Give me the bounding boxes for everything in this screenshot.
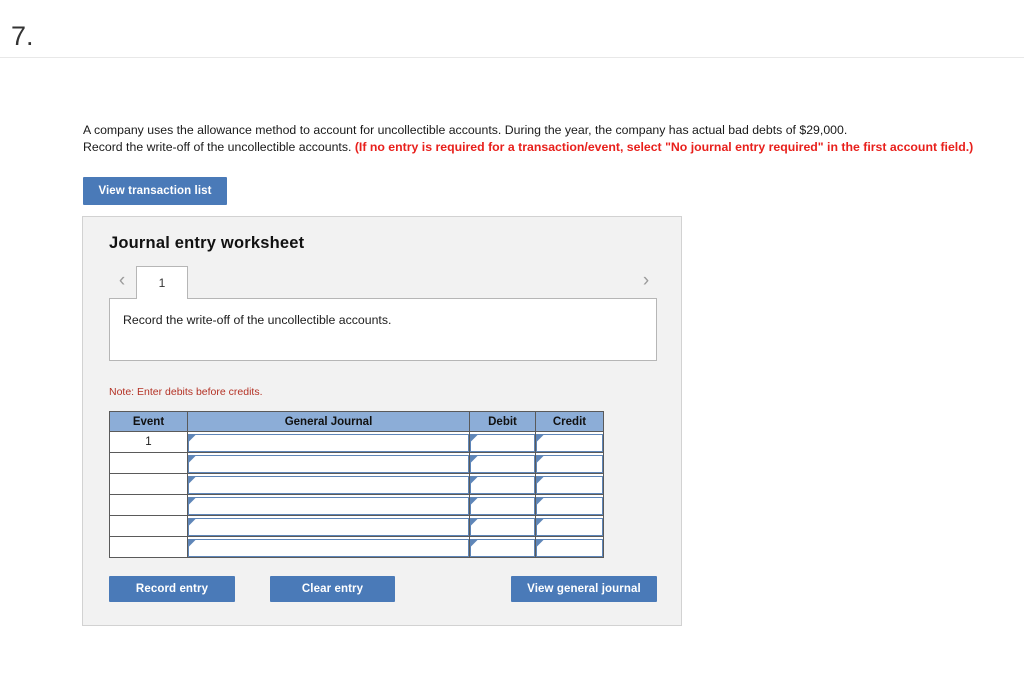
table-row [109,452,604,474]
view-general-journal-button[interactable]: View general journal [511,576,657,602]
dropdown-marker-icon [471,455,478,463]
credit-cell [535,515,604,537]
credit-input[interactable] [536,475,603,494]
debit-cell [469,473,536,495]
general-journal-input[interactable] [188,454,469,473]
record-entry-button[interactable]: Record entry [109,576,235,602]
credit-input[interactable] [536,454,603,473]
table-header-row: Event General Journal Debit Credit [109,411,604,432]
table-row [109,494,604,516]
journal-entry-table: Event General Journal Debit Credit 1 [109,411,604,558]
prompt-line-2-emphasis: (If no entry is required for a transacti… [354,139,974,154]
dropdown-marker-icon [537,476,544,484]
event-cell: 1 [109,431,188,453]
general-journal-cell [187,431,470,453]
debit-cell [469,494,536,516]
prompt-line-2: Record the write-off of the uncollectibl… [83,139,1013,156]
event-cell [109,536,188,558]
question-header: 7. [0,0,1024,58]
clear-entry-button[interactable]: Clear entry [270,576,395,602]
dropdown-marker-icon [537,455,544,463]
credit-input[interactable] [536,538,603,557]
debit-cell [469,452,536,474]
dropdown-marker-icon [189,434,196,442]
event-cell [109,473,188,495]
dropdown-marker-icon [189,518,196,526]
general-journal-input[interactable] [188,517,469,536]
prompt-line-2-plain: Record the write-off of the uncollectibl… [83,139,355,154]
general-journal-input[interactable] [188,475,469,494]
debit-cell [469,536,536,558]
dropdown-marker-icon [537,434,544,442]
journal-entry-worksheet-panel: Journal entry worksheet ‹ 1 › Record the… [82,216,682,626]
dropdown-marker-icon [189,539,196,547]
debit-cell [469,431,536,453]
event-cell [109,452,188,474]
dropdown-marker-icon [189,497,196,505]
event-cell [109,494,188,516]
credit-input[interactable] [536,517,603,536]
debit-cell [469,515,536,537]
credit-cell [535,431,604,453]
worksheet-tab-1[interactable]: 1 [136,266,188,299]
debit-credit-note: Note: Enter debits before credits. [109,386,263,398]
dropdown-marker-icon [471,518,478,526]
next-page-arrow-icon[interactable]: › [635,265,657,297]
credit-cell [535,494,604,516]
debit-input[interactable] [470,517,535,536]
table-row [109,515,604,537]
dropdown-marker-icon [189,476,196,484]
column-header-event: Event [109,411,188,432]
previous-page-arrow-icon[interactable]: ‹ [111,265,133,297]
worksheet-title: Journal entry worksheet [109,234,305,252]
worksheet-tab-strip: ‹ 1 › [109,265,657,299]
dropdown-marker-icon [471,497,478,505]
general-journal-cell [187,515,470,537]
event-cell [109,515,188,537]
general-journal-cell [187,452,470,474]
table-row [109,536,604,558]
prompt-line-1: A company uses the allowance method to a… [83,123,848,137]
debit-input[interactable] [470,433,535,452]
credit-input[interactable] [536,496,603,515]
credit-cell [535,473,604,495]
dropdown-marker-icon [471,434,478,442]
column-header-credit: Credit [535,411,604,432]
dropdown-marker-icon [537,497,544,505]
debit-input[interactable] [470,454,535,473]
debit-input[interactable] [470,538,535,557]
question-number: 7. [11,21,34,51]
dropdown-marker-icon [537,518,544,526]
dropdown-marker-icon [471,539,478,547]
dropdown-marker-icon [189,455,196,463]
credit-cell [535,536,604,558]
transaction-description-text: Record the write-off of the uncollectibl… [123,313,392,327]
general-journal-cell [187,473,470,495]
general-journal-cell [187,536,470,558]
general-journal-input[interactable] [188,538,469,557]
debit-input[interactable] [470,496,535,515]
transaction-description-box: Record the write-off of the uncollectibl… [109,298,657,361]
column-header-general-journal: General Journal [187,411,470,432]
general-journal-cell [187,494,470,516]
question-prompt: A company uses the allowance method to a… [83,122,1013,155]
dropdown-marker-icon [537,539,544,547]
table-row [109,473,604,495]
credit-cell [535,452,604,474]
table-row: 1 [109,431,604,453]
column-header-debit: Debit [469,411,536,432]
dropdown-marker-icon [471,476,478,484]
general-journal-input[interactable] [188,433,469,452]
view-transaction-list-button[interactable]: View transaction list [83,177,227,205]
general-journal-input[interactable] [188,496,469,515]
debit-input[interactable] [470,475,535,494]
credit-input[interactable] [536,433,603,452]
